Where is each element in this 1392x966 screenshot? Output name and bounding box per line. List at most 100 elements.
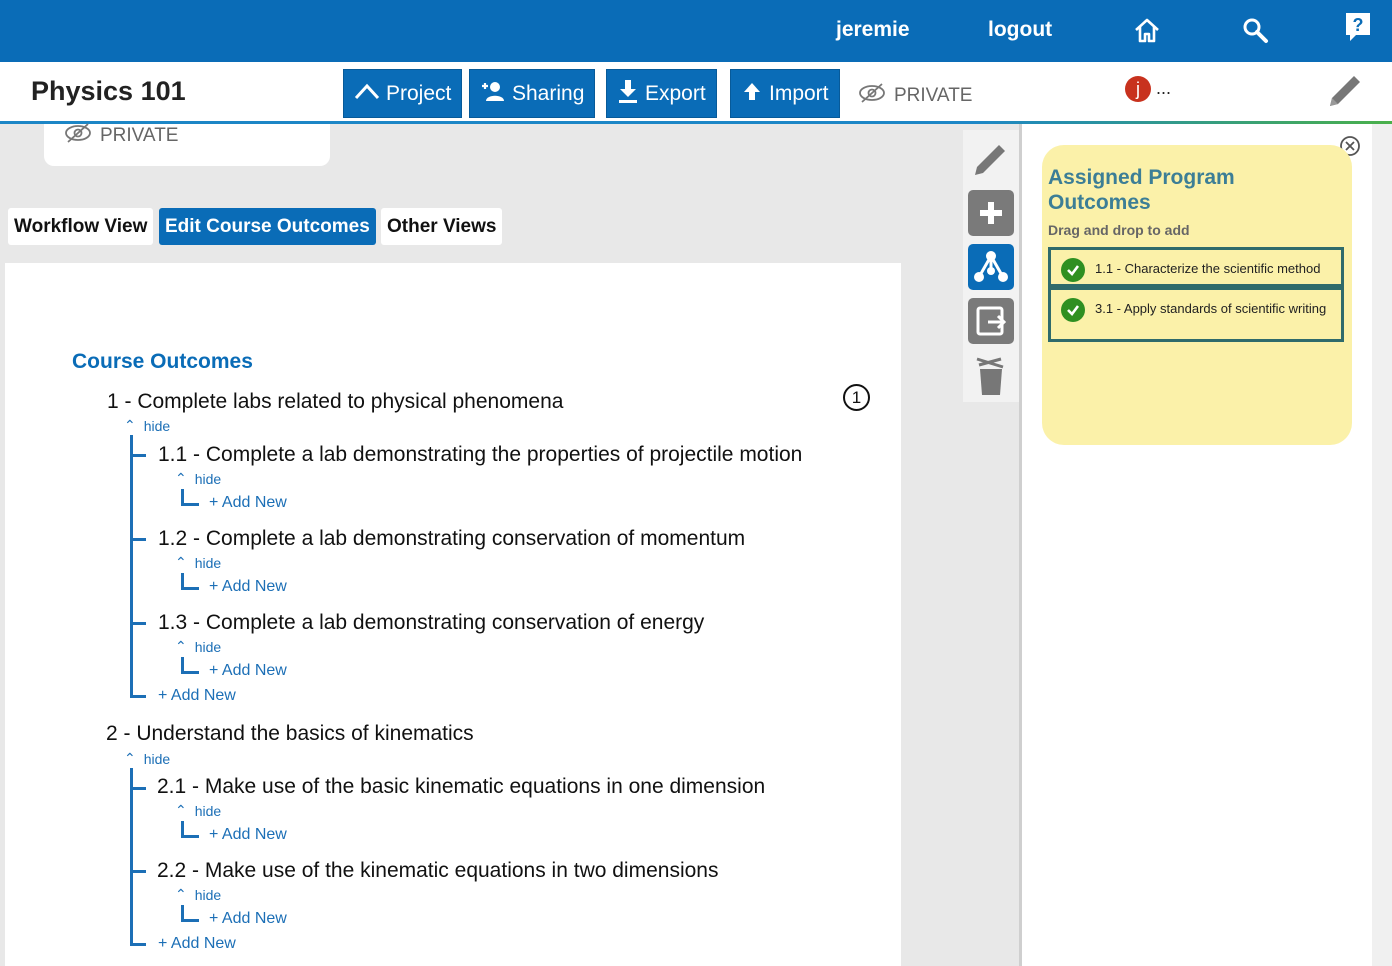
program-outcome-label: 1.1 - Characterize the scientific method — [1095, 261, 1321, 276]
project-button-label: Project — [386, 81, 452, 105]
program-outcome-label: 3.1 - Apply standards of scientific writ… — [1095, 301, 1327, 316]
scrollbar[interactable] — [1372, 124, 1392, 966]
add-user-icon — [480, 80, 506, 108]
page-title: Physics 101 — [31, 76, 186, 106]
add-new-link[interactable]: + Add New — [209, 494, 287, 512]
more-users-indicator[interactable]: ... — [1156, 78, 1171, 99]
sub-outcome-item[interactable]: 2.2 - Make use of the kinematic equation… — [157, 859, 718, 883]
add-new-link[interactable]: + Add New — [158, 687, 236, 705]
import-button-label: Import — [769, 81, 829, 105]
tree-branch — [181, 671, 199, 674]
top-nav-bar: jeremie logout ? — [0, 0, 1392, 62]
privacy-indicator[interactable]: PRIVATE — [858, 82, 972, 110]
tree-branch — [181, 587, 199, 590]
hide-label: hide — [143, 417, 171, 434]
workflow-card: PRIVATE — [44, 122, 330, 166]
tree-branch — [130, 538, 146, 541]
chevron-up-icon: ⌃ — [124, 750, 136, 766]
avatar[interactable]: j — [1125, 76, 1151, 102]
add-new-link[interactable]: + Add New — [209, 910, 287, 928]
outcome-item[interactable]: 1 - Complete labs related to physical ph… — [107, 390, 563, 414]
outcome-item[interactable]: 2 - Understand the basics of kinematics — [106, 722, 474, 746]
sub-outcome-item[interactable]: 1.2 - Complete a lab demonstrating conse… — [158, 527, 745, 551]
add-new-link[interactable]: + Add New — [158, 935, 236, 953]
tree-branch — [130, 787, 146, 790]
tree-branch — [130, 870, 146, 873]
download-icon — [617, 78, 639, 110]
card-privacy-indicator: PRIVATE — [64, 122, 178, 150]
chevron-up-icon — [354, 81, 380, 107]
sub-outcome-item[interactable]: 1.3 - Complete a lab demonstrating conse… — [158, 611, 704, 635]
assigned-outcomes-title: Assigned Program Outcomes — [1048, 166, 1235, 214]
sharing-button-label: Sharing — [512, 81, 585, 105]
add-new-link[interactable]: + Add New — [209, 826, 287, 844]
tab-other-views[interactable]: Other Views — [381, 208, 503, 245]
tree-branch — [130, 695, 146, 698]
home-icon[interactable] — [1132, 15, 1162, 45]
hide-label: hide — [194, 470, 222, 487]
hide-toggle[interactable]: ⌃ hide — [124, 750, 170, 767]
chevron-up-icon: ⌃ — [124, 417, 136, 433]
logout-link[interactable]: logout — [988, 18, 1052, 42]
tree-branch — [130, 622, 146, 625]
export-button[interactable]: Export — [606, 69, 717, 118]
hide-toggle[interactable]: ⌃ hide — [175, 554, 221, 571]
chevron-up-icon: ⌃ — [175, 802, 187, 818]
card-privacy-label: PRIVATE — [100, 125, 179, 146]
tree-branch — [181, 503, 199, 506]
chevron-up-icon: ⌃ — [175, 638, 187, 654]
hide-toggle[interactable]: ⌃ hide — [175, 638, 221, 655]
export-button-label: Export — [645, 81, 706, 105]
tree-branch — [181, 919, 199, 922]
hide-label: hide — [194, 802, 222, 819]
assigned-outcomes-hint: Drag and drop to add — [1048, 222, 1190, 238]
tree-branch — [181, 835, 199, 838]
chevron-up-icon: ⌃ — [175, 470, 187, 486]
sub-outcome-item[interactable]: 2.1 - Make use of the basic kinematic eq… — [157, 775, 765, 799]
trash-icon[interactable] — [968, 352, 1014, 398]
hide-toggle[interactable]: ⌃ hide — [175, 802, 221, 819]
hide-toggle[interactable]: ⌃ hide — [124, 417, 170, 434]
sub-outcome-item[interactable]: 1.1 - Complete a lab demonstrating the p… — [158, 443, 802, 467]
svg-text:?: ? — [1353, 15, 1364, 35]
project-header: Physics 101 Project Sharing Export Impor… — [0, 62, 1392, 124]
add-icon[interactable] — [968, 190, 1014, 236]
project-button[interactable]: Project — [343, 69, 463, 118]
section-title: Course Outcomes — [72, 350, 253, 373]
help-icon[interactable]: ? — [1344, 11, 1374, 41]
outcome-count-marker: 1 — [843, 384, 870, 411]
side-toolbar — [963, 130, 1019, 402]
tab-edit-course-outcomes[interactable]: Edit Course Outcomes — [159, 208, 376, 245]
check-icon — [1061, 258, 1085, 282]
program-outcome-item[interactable]: 3.1 - Apply standards of scientific writ… — [1048, 287, 1344, 342]
outcomes-graph-icon[interactable] — [968, 244, 1014, 290]
program-outcome-item[interactable]: 1.1 - Characterize the scientific method — [1048, 247, 1344, 287]
eye-slash-icon — [858, 82, 886, 110]
tree-branch — [130, 454, 146, 457]
add-new-link[interactable]: + Add New — [209, 662, 287, 680]
search-icon[interactable] — [1240, 15, 1270, 45]
import-button[interactable]: Import — [730, 69, 840, 118]
hide-label: hide — [194, 638, 222, 655]
add-new-link[interactable]: + Add New — [209, 578, 287, 596]
pencil-icon[interactable] — [1322, 68, 1368, 114]
export-icon[interactable] — [968, 298, 1014, 344]
hide-label: hide — [194, 886, 222, 903]
sharing-button[interactable]: Sharing — [469, 69, 596, 118]
chevron-up-icon: ⌃ — [175, 554, 187, 570]
username-link[interactable]: jeremie — [836, 18, 910, 42]
hide-toggle[interactable]: ⌃ hide — [175, 470, 221, 487]
tree-line — [130, 768, 133, 946]
pencil-icon[interactable] — [968, 136, 1014, 182]
upload-icon — [741, 80, 763, 108]
check-icon — [1061, 298, 1085, 322]
privacy-label: PRIVATE — [894, 85, 973, 106]
hide-label: hide — [143, 750, 171, 767]
hide-label: hide — [194, 554, 222, 571]
chevron-up-icon: ⌃ — [175, 886, 187, 902]
tree-line — [130, 435, 133, 698]
eye-slash-icon — [64, 122, 92, 150]
hide-toggle[interactable]: ⌃ hide — [175, 886, 221, 903]
tree-branch — [130, 943, 146, 946]
tab-workflow-view[interactable]: Workflow View — [8, 208, 154, 245]
